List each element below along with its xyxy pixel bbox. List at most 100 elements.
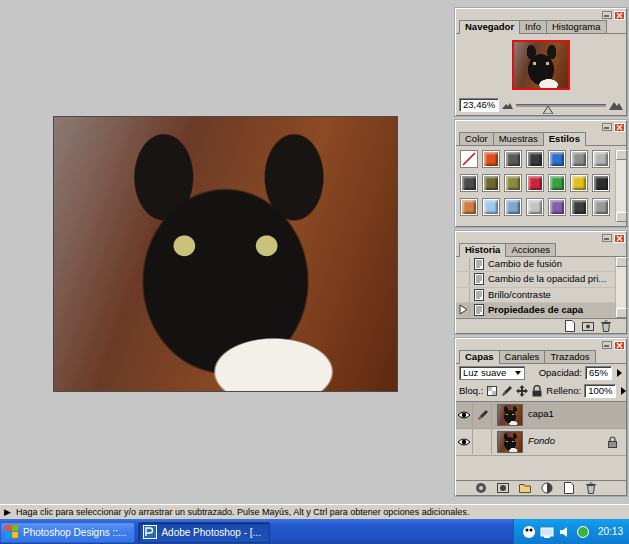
lock-button[interactable] [486, 385, 498, 397]
close-icon[interactable] [614, 122, 625, 132]
blend-mode-dropdown[interactable]: Luz suave [459, 366, 525, 380]
panel-tab[interactable]: Historia [459, 243, 506, 257]
style-swatch[interactable] [570, 174, 588, 192]
layer-set-icon[interactable] [519, 482, 531, 494]
scroll-down-button[interactable] [616, 212, 627, 222]
history-step-icon [473, 258, 485, 270]
panel-tab[interactable]: Canales [499, 350, 546, 363]
minimize-icon[interactable] [602, 122, 612, 132]
style-swatch[interactable] [570, 150, 588, 168]
layer-row[interactable]: capa1 [456, 402, 626, 429]
panel-tab[interactable]: Estilos [543, 132, 586, 146]
link-toggle[interactable] [475, 429, 492, 454]
scrollbar[interactable] [615, 257, 626, 318]
document-window[interactable] [53, 116, 398, 392]
layer-name[interactable]: capa1 [528, 407, 616, 421]
history-state[interactable]: Brillo/contraste [456, 288, 615, 303]
layer-row[interactable]: Fondo [456, 429, 626, 456]
scroll-up-button[interactable] [616, 150, 627, 160]
taskbar-button[interactable]: Photoshop Designs ::... [0, 522, 135, 543]
style-swatch[interactable] [482, 150, 500, 168]
style-swatch[interactable] [592, 198, 610, 216]
style-swatch[interactable] [548, 198, 566, 216]
panel-tab[interactable]: Muestras [493, 132, 544, 145]
style-swatch[interactable] [460, 150, 478, 168]
navigator-thumbnail[interactable] [512, 40, 570, 90]
style-swatch[interactable] [592, 174, 610, 192]
style-swatch[interactable] [504, 174, 522, 192]
system-tray: 20:13 [513, 519, 629, 544]
new-layer-icon[interactable] [563, 482, 575, 494]
zoom-out-icon[interactable] [502, 100, 513, 110]
style-swatch[interactable] [460, 174, 478, 192]
lock-button[interactable] [501, 385, 513, 397]
history-label[interactable]: Brillo/contraste [488, 288, 551, 302]
status-arrow[interactable]: ▶ [4, 506, 11, 519]
scroll-up-button[interactable] [616, 257, 627, 267]
style-swatch[interactable] [570, 198, 588, 216]
close-icon[interactable] [614, 340, 625, 350]
panda-icon[interactable] [522, 525, 536, 539]
history-label[interactable]: Cambio de la opacidad pri... [488, 272, 606, 286]
history-state[interactable]: Cambio de la opacidad pri... [456, 272, 615, 287]
style-swatch[interactable] [460, 198, 478, 216]
panel-tab[interactable]: Histograma [546, 20, 607, 33]
lock-button[interactable] [531, 385, 543, 397]
zoom-slider[interactable] [516, 104, 606, 107]
panel-tab[interactable]: Navegador [459, 20, 520, 34]
style-swatch[interactable] [504, 198, 522, 216]
panel-tab[interactable]: Acciones [505, 243, 556, 256]
close-icon[interactable] [614, 233, 625, 243]
new-document-icon[interactable] [564, 320, 576, 332]
scroll-down-button[interactable] [616, 308, 627, 318]
history-label[interactable]: Propiedades de capa [488, 303, 583, 317]
style-swatch[interactable] [526, 198, 544, 216]
trash-icon[interactable] [600, 320, 612, 332]
scrollbar[interactable] [615, 150, 626, 222]
style-swatch[interactable] [592, 150, 610, 168]
snapshot-icon[interactable] [582, 320, 594, 332]
link-toggle[interactable] [475, 402, 492, 427]
fill-arrow-icon[interactable] [619, 386, 627, 396]
visibility-toggle[interactable] [456, 429, 473, 454]
style-swatch[interactable] [526, 174, 544, 192]
zoom-field[interactable]: 23,46% [459, 98, 499, 112]
history-slider-icon[interactable] [458, 304, 468, 315]
volume-icon[interactable] [558, 525, 572, 539]
blend-mode-value: Luz suave [463, 367, 506, 379]
history-state[interactable]: Propiedades de capa [456, 303, 615, 318]
panel-tab[interactable]: Capas [459, 350, 500, 364]
taskbar-button[interactable]: Adobe Photoshop - [... [138, 522, 270, 543]
lock-button[interactable] [516, 385, 528, 397]
security-icon[interactable] [576, 525, 590, 539]
network-icon[interactable] [540, 525, 554, 539]
adjustment-layer-icon[interactable] [541, 482, 553, 494]
history-state[interactable]: Cambio de fusión [456, 257, 615, 272]
panel-tab[interactable]: Trazados [544, 350, 595, 363]
style-swatch[interactable] [504, 150, 522, 168]
close-icon[interactable] [614, 10, 625, 20]
layer-name[interactable]: Fondo [528, 434, 605, 448]
fill-field[interactable]: 100% [584, 384, 616, 398]
minimize-icon[interactable] [602, 233, 612, 243]
style-swatch[interactable] [482, 198, 500, 216]
style-swatch[interactable] [526, 150, 544, 168]
panel-tab[interactable]: Color [459, 132, 494, 145]
trash-icon[interactable] [585, 482, 597, 494]
minimize-icon[interactable] [602, 340, 612, 350]
zoom-in-icon[interactable] [609, 99, 623, 111]
layer-mask-icon[interactable] [497, 482, 509, 494]
history-label[interactable]: Cambio de fusión [488, 257, 562, 271]
style-swatch[interactable] [548, 150, 566, 168]
style-swatch[interactable] [482, 174, 500, 192]
opacity-arrow-icon[interactable] [615, 368, 623, 378]
history-step-icon [473, 304, 485, 316]
style-swatch[interactable] [548, 174, 566, 192]
slider-thumb-icon[interactable] [543, 106, 553, 114]
dropdown-arrow-icon[interactable] [514, 369, 522, 377]
opacity-field[interactable]: 65% [585, 366, 612, 380]
panel-tab[interactable]: Info [519, 20, 547, 33]
minimize-icon[interactable] [602, 10, 612, 20]
layer-style-icon[interactable] [475, 482, 487, 494]
visibility-toggle[interactable] [456, 402, 473, 427]
